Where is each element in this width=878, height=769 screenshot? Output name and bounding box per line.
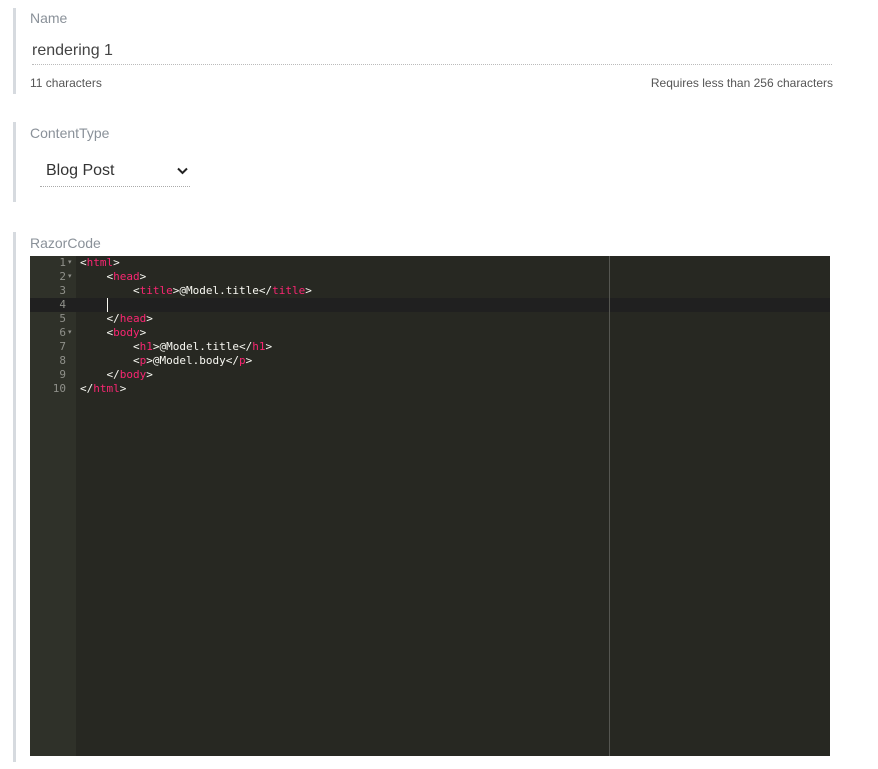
code-token: > <box>146 368 153 381</box>
line-number: 10 <box>52 382 66 395</box>
char-limit-hint: Requires less than 256 characters <box>650 76 833 90</box>
code-token: </ <box>225 354 239 367</box>
tag-name-token: head <box>113 270 140 283</box>
code-line: <h1>@Model.title</h1> <box>80 340 272 354</box>
code-editor[interactable]: 1 ▾ <html> 2 ▾ <head> 3 <title>@Model.title</… <box>30 256 830 756</box>
code-token: > <box>245 354 253 367</box>
code-token: > <box>146 312 153 325</box>
tag-name-token: html <box>93 382 120 395</box>
content-type-select[interactable]: Blog Post <box>40 162 190 187</box>
content-type-label: ContentType <box>30 125 110 141</box>
code-token: > <box>139 326 147 339</box>
code-token: </ <box>106 312 120 325</box>
text-cursor <box>107 298 108 312</box>
code-line: <p>@Model.body</p> <box>80 354 252 368</box>
code-token: </ <box>106 368 120 381</box>
code-line: <html> <box>80 256 120 270</box>
code-token: < <box>132 354 140 367</box>
code-token: < <box>80 256 87 269</box>
print-margin <box>609 256 610 756</box>
code-token: </ <box>238 340 253 353</box>
code-token: </ <box>80 382 94 395</box>
name-input[interactable] <box>32 38 832 65</box>
code-line: <title>@Model.title</title> <box>80 284 312 298</box>
content-type-selected: Blog Post <box>46 162 115 179</box>
tag-name-token: title <box>139 284 173 297</box>
tag-name-token: head <box>119 312 147 325</box>
code-token: @Model.body <box>152 354 226 367</box>
tag-name-token: body <box>119 368 147 381</box>
code-token: < <box>132 284 140 297</box>
line-number: 6 <box>59 326 66 339</box>
fold-toggle-icon[interactable]: ▾ <box>68 326 76 340</box>
line-number: 7 <box>59 340 66 353</box>
code-token: > <box>113 256 120 269</box>
content-type-group: ContentType Blog Post <box>13 122 836 202</box>
code-token: @Model.title <box>179 284 259 297</box>
active-line-highlight <box>30 298 830 312</box>
line-number: 2 <box>59 270 66 283</box>
tag-name-token: h1 <box>252 340 266 353</box>
razor-code-group: RazorCode 1 ▾ <html> 2 ▾ <head> 3 <title>@Mod… <box>13 232 836 762</box>
char-count: 11 characters <box>30 76 102 90</box>
razor-code-label: RazorCode <box>30 235 101 251</box>
tag-name-token: title <box>272 284 306 297</box>
code-token: > <box>119 382 127 395</box>
tag-name-token: p <box>238 354 246 367</box>
fold-toggle-icon[interactable]: ▾ <box>68 270 76 284</box>
tag-name-token: h1 <box>139 340 153 353</box>
code-token: > <box>146 354 153 367</box>
line-number: 8 <box>59 354 66 367</box>
code-token: @Model.title <box>159 340 239 353</box>
line-number: 9 <box>59 368 66 381</box>
code-token: </ <box>258 284 273 297</box>
line-number: 5 <box>59 312 66 325</box>
fold-toggle-icon[interactable]: ▾ <box>68 256 76 270</box>
code-line: </html> <box>80 382 126 396</box>
code-line: </head> <box>80 312 153 326</box>
code-line: <body> <box>80 326 147 340</box>
name-label: Name <box>30 10 68 26</box>
chevron-down-icon <box>177 164 188 178</box>
code-token: > <box>305 284 312 297</box>
line-number: 3 <box>59 284 66 297</box>
code-token: < <box>132 340 140 353</box>
tag-name-token: body <box>113 326 140 339</box>
code-line: <head> <box>80 270 147 284</box>
code-line: </body> <box>80 368 153 382</box>
line-number: 4 <box>59 298 66 311</box>
tag-name-token: html <box>86 256 114 269</box>
name-field-group: Name 11 characters Requires less than 25… <box>13 8 836 94</box>
line-number: 1 <box>59 256 66 269</box>
code-token: > <box>139 270 147 283</box>
code-token: > <box>265 340 273 353</box>
